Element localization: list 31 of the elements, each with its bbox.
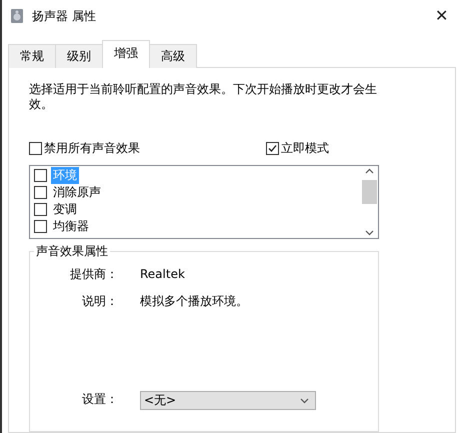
setting-dropdown[interactable]: <无>	[140, 391, 316, 410]
field-label: 提供商：	[69, 266, 119, 282]
checkbox[interactable]	[34, 169, 47, 182]
window-title: 扬声器 属性	[32, 8, 97, 24]
checkbox[interactable]	[34, 203, 47, 216]
checkbox-label: 立即模式	[281, 140, 329, 157]
chevron-down-icon	[300, 398, 309, 404]
field-value: 模拟多个播放环境。	[140, 292, 249, 310]
tab[interactable]: 增强	[102, 40, 150, 68]
checkbox[interactable]	[34, 186, 47, 199]
scrollbar-thumb[interactable]	[362, 180, 377, 204]
scroll-up-icon[interactable]	[365, 168, 374, 174]
group-title: 声音效果属性	[35, 243, 109, 260]
field-label: 说明：	[81, 292, 119, 310]
tab[interactable]: 高级	[149, 44, 197, 68]
tab[interactable]: 级别	[55, 44, 103, 68]
list-item[interactable]: 消除原声	[51, 184, 103, 201]
field-value: Realtek	[140, 267, 186, 281]
scroll-down-icon[interactable]	[365, 230, 374, 236]
speaker-icon	[10, 8, 24, 24]
list-item[interactable]: 均衡器	[51, 218, 91, 235]
field-label: 设置：	[81, 391, 119, 408]
close-button[interactable]: ✕	[429, 6, 454, 26]
description-text: 选择适用于当前聆听配置的声音效果。下次开始播放时更改才会生效。	[29, 82, 378, 112]
checkbox[interactable]	[266, 142, 279, 155]
checkmark-icon	[268, 144, 277, 153]
checkbox[interactable]	[29, 142, 42, 155]
list-item[interactable]: 变调	[51, 201, 79, 218]
checkbox-label: 禁用所有声音效果	[44, 140, 140, 157]
tab[interactable]: 常规	[8, 44, 56, 68]
checkbox[interactable]	[34, 220, 47, 233]
